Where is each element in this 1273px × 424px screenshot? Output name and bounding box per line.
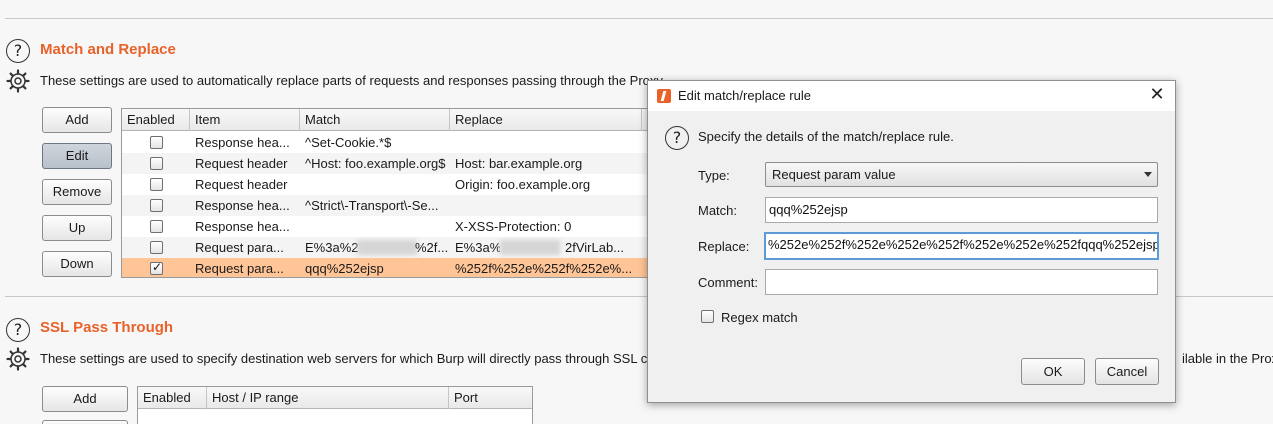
table-header: Enabled Item Match Replace T — [122, 109, 650, 131]
item-cell: Response hea... — [195, 135, 290, 150]
replace-cell: X-XSS-Protection: 0 — [455, 219, 572, 234]
comment-label: Comment: — [698, 275, 758, 290]
column-header-item[interactable]: Item — [190, 109, 300, 131]
replace-cell — [450, 195, 642, 216]
table-row[interactable]: Response hea... ^Strict\-Transport\-Se..… — [122, 195, 650, 216]
item-cell: Response hea... — [195, 198, 290, 213]
match-cell-tail: %2f... — [415, 240, 449, 255]
column-header-enabled[interactable]: Enabled — [122, 109, 190, 131]
match-label: Match: — [698, 203, 738, 218]
table-row[interactable]: Request header Origin: foo.example.org R — [122, 174, 650, 195]
ssl-add-button[interactable]: Add — [42, 386, 128, 412]
ssl-edit-button[interactable] — [42, 420, 128, 424]
enabled-checkbox[interactable] — [150, 220, 163, 233]
table-header: Enabled Host / IP range Port — [138, 387, 532, 409]
redacted-region — [357, 240, 417, 255]
replace-cell-tail: 2fVirLab... — [565, 240, 625, 255]
table-row[interactable]: Response hea... ^Set-Cookie.*$ — [122, 132, 650, 153]
close-icon[interactable]: ✕ — [1147, 85, 1167, 105]
match-cell: qqq%252ejsp — [305, 261, 384, 276]
ssl-pass-through-description-tail: ilable in the Prox — [1182, 351, 1273, 366]
top-divider — [5, 18, 1273, 19]
column-header-enabled[interactable]: Enabled — [138, 387, 207, 409]
replace-label: Replace: — [698, 239, 750, 254]
replace-cell: %252f%252e%252f%252e%... — [455, 261, 633, 276]
replace-cell — [450, 132, 642, 153]
enabled-checkbox[interactable] — [150, 136, 163, 149]
add-rule-button[interactable]: Add — [42, 107, 112, 133]
burp-logo-icon — [657, 89, 671, 103]
gear-icon[interactable] — [6, 69, 30, 93]
cancel-button[interactable]: Cancel — [1095, 358, 1159, 385]
regex-match-checkbox[interactable] — [701, 310, 714, 323]
ssl-pass-through-description: These settings are used to specify desti… — [40, 351, 648, 366]
match-cell: ^Strict\-Transport\-Se... — [305, 198, 439, 213]
type-select[interactable]: Request param value — [765, 162, 1158, 187]
enabled-checkbox[interactable] — [150, 178, 163, 191]
ssl-pass-through-table: Enabled Host / IP range Port — [137, 386, 533, 424]
type-select-value: Request param value — [772, 167, 896, 182]
help-icon[interactable]: ? — [665, 126, 689, 150]
match-replace-title: Match and Replace — [40, 41, 176, 58]
comment-input[interactable] — [765, 269, 1158, 295]
ok-button[interactable]: OK — [1021, 358, 1085, 385]
gear-icon[interactable] — [6, 347, 30, 371]
chevron-down-icon — [1141, 165, 1155, 184]
replace-cell: Host: bar.example.org — [455, 156, 583, 171]
match-input[interactable]: qqq%252ejsp — [765, 197, 1158, 223]
type-label: Type: — [698, 168, 730, 183]
table-row[interactable]: Request header ^Host: foo.example.org$ H… — [122, 153, 650, 174]
match-cell — [300, 174, 450, 195]
edit-rule-button[interactable]: Edit — [42, 143, 112, 169]
match-cell — [300, 216, 450, 237]
replace-cell: E%3a% — [455, 240, 500, 255]
match-replace-description: These settings are used to automatically… — [40, 73, 666, 88]
match-cell: ^Host: foo.example.org$ — [305, 156, 446, 171]
ssl-pass-through-title: SSL Pass Through — [40, 319, 174, 336]
dialog-prompt: Specify the details of the match/replace… — [698, 129, 954, 144]
item-cell: Request para... — [195, 261, 284, 276]
dialog-title: Edit match/replace rule — [678, 88, 811, 103]
item-cell: Response hea... — [195, 219, 290, 234]
enabled-checkbox[interactable] — [150, 199, 163, 212]
edit-rule-dialog: Edit match/replace rule ✕ ? Specify the … — [647, 80, 1176, 403]
redacted-region — [500, 240, 560, 255]
help-icon[interactable]: ? — [6, 39, 30, 63]
column-header-port[interactable]: Port — [449, 387, 532, 409]
match-replace-table: Enabled Item Match Replace T Response he… — [121, 108, 651, 278]
remove-rule-button[interactable]: Remove — [42, 179, 112, 205]
column-header-match[interactable]: Match — [300, 109, 450, 131]
match-cell: E%3a%2 — [305, 240, 359, 255]
regex-match-label: Regex match — [721, 310, 798, 325]
item-cell: Request header — [195, 156, 288, 171]
move-up-button[interactable]: Up — [42, 215, 112, 241]
column-header-replace[interactable]: Replace — [450, 109, 642, 131]
column-header-host[interactable]: Host / IP range — [207, 387, 449, 409]
enabled-checkbox-checked[interactable] — [150, 260, 163, 275]
item-cell: Request header — [195, 177, 288, 192]
replace-cell: Origin: foo.example.org — [455, 177, 591, 192]
item-cell: Request para... — [195, 240, 284, 255]
table-row-selected[interactable]: Request para... qqq%252ejsp %252f%252e%2… — [122, 258, 650, 277]
help-icon[interactable]: ? — [6, 318, 30, 342]
enabled-checkbox[interactable] — [150, 241, 163, 254]
replace-input[interactable]: %252e%252f%252e%252e%252f%252e%252e%252f… — [764, 232, 1159, 260]
move-down-button[interactable]: Down — [42, 251, 112, 277]
table-row[interactable]: Response hea... X-XSS-Protection: 0 R — [122, 216, 650, 237]
table-row[interactable]: Request para... E%3a%2 %2f... E%3a% 2fVi… — [122, 237, 650, 258]
dialog-titlebar[interactable]: Edit match/replace rule ✕ — [648, 81, 1175, 111]
match-cell: ^Set-Cookie.*$ — [305, 135, 392, 150]
enabled-checkbox[interactable] — [150, 157, 163, 170]
